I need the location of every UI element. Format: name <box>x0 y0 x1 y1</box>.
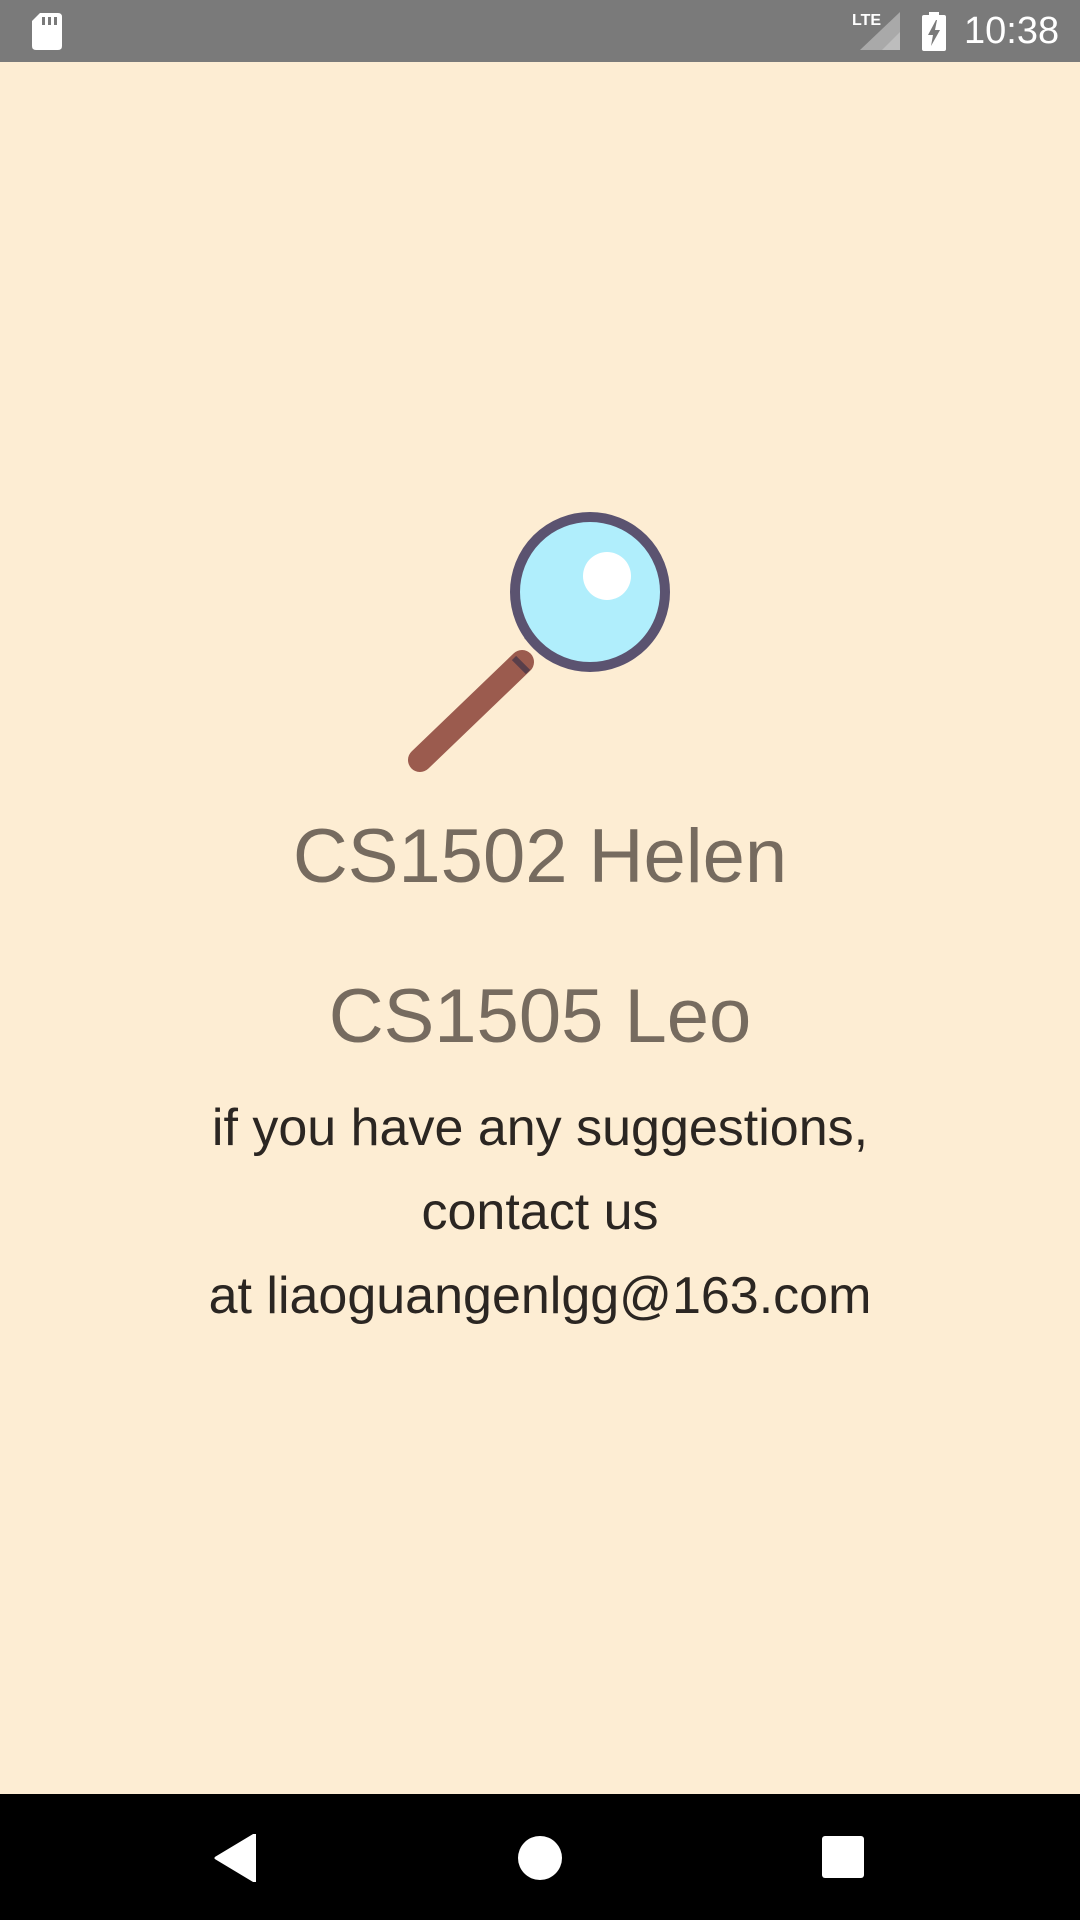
recents-icon[interactable] <box>822 1836 864 1878</box>
magnifying-glass-icon <box>408 512 670 772</box>
sd-card-icon <box>32 13 62 50</box>
contact-email-line: at liaoguangenlgg@163.com <box>208 1267 872 1325</box>
author-name-2: CS1505 Leo <box>328 974 752 1059</box>
navigation-bar <box>0 1794 1080 1920</box>
signal-icon <box>860 12 900 50</box>
status-bar: LTE 10:38 <box>0 0 1080 62</box>
about-screen <box>0 62 1080 1794</box>
signal-group: LTE <box>852 12 900 50</box>
battery-charging-icon <box>922 12 946 51</box>
contact-text-line-1: if you have any suggestions, <box>211 1099 869 1157</box>
contact-text-line-2: contact us <box>421 1183 659 1241</box>
status-clock: 10:38 <box>964 10 1060 52</box>
author-name-1: CS1502 Helen <box>292 814 788 899</box>
home-icon[interactable] <box>518 1836 562 1880</box>
back-icon[interactable] <box>214 1834 256 1882</box>
